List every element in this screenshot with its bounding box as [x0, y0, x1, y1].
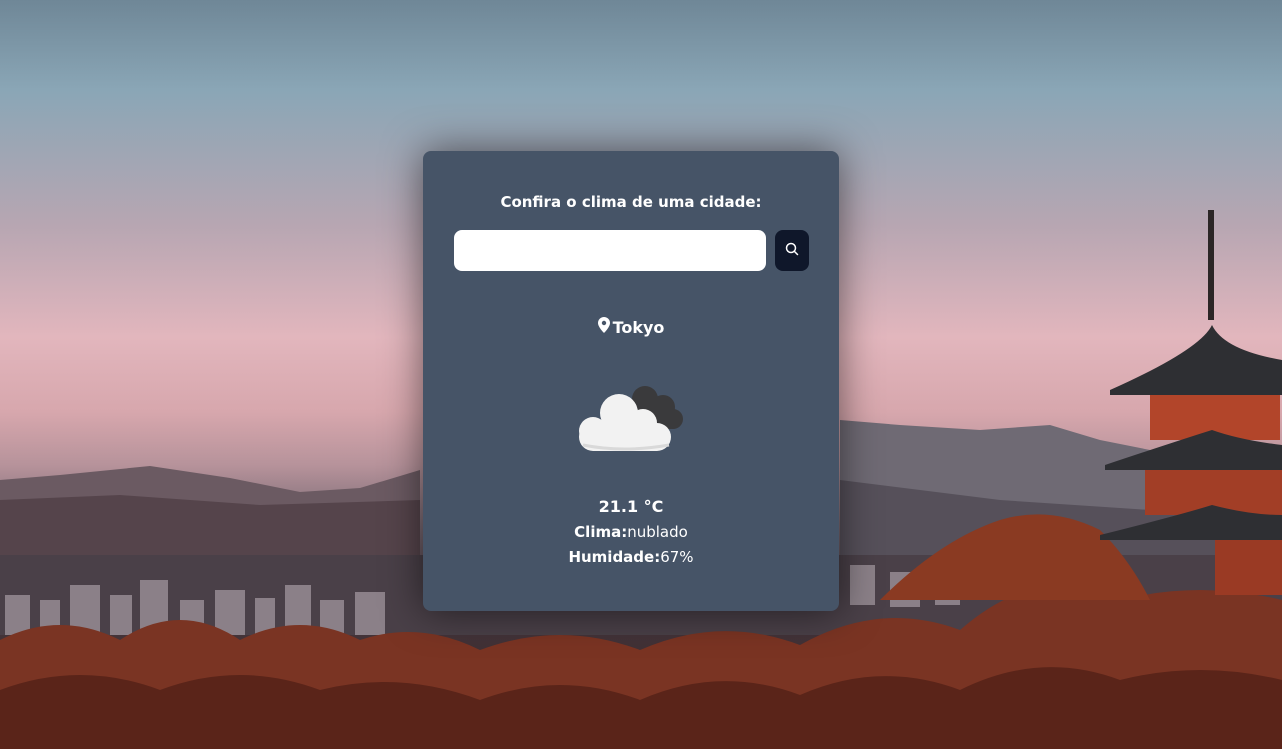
map-pin-icon — [597, 317, 610, 337]
description-label: Clima: — [574, 523, 628, 541]
humidity-line: Humidade:67% — [423, 548, 839, 566]
search-icon — [785, 242, 799, 259]
description-value: nublado — [627, 523, 688, 541]
city-heading: Tokyo — [423, 317, 839, 337]
card-title: Confira o clima de uma cidade: — [500, 193, 762, 211]
city-name: Tokyo — [612, 317, 665, 337]
city-search-input[interactable] — [454, 230, 766, 271]
humidity-value: 67% — [660, 548, 694, 566]
search-button[interactable] — [775, 230, 809, 271]
humidity-label: Humidade: — [568, 548, 661, 566]
temperature: 21.1 °C — [598, 497, 664, 516]
cloudy-icon — [573, 379, 689, 455]
description-line: Clima:nublado — [423, 523, 839, 541]
weather-card: Confira o clima de uma cidade: Tokyo 21.… — [423, 151, 839, 611]
